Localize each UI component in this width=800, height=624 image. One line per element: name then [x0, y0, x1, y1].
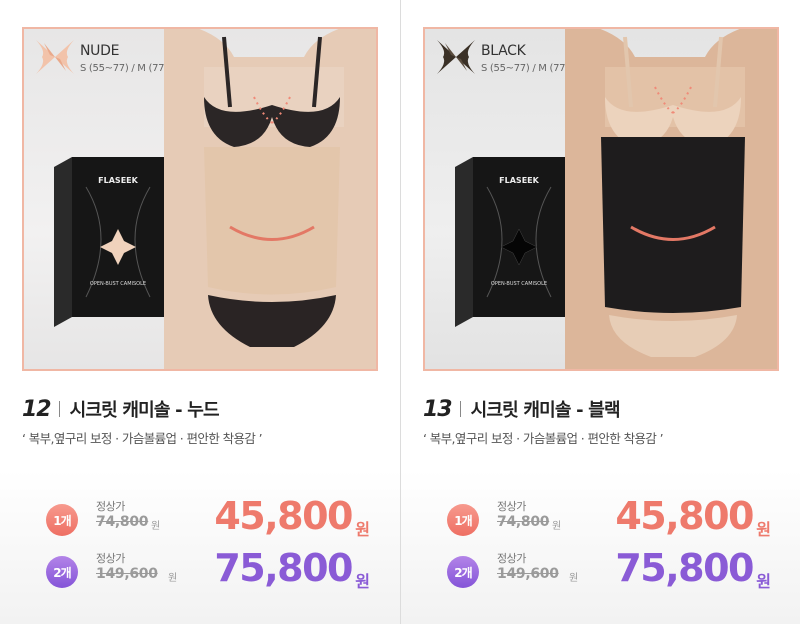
product-card-black[interactable]: BLACK S (55~77) / M (77~88) FLASEEK OPEN…: [400, 0, 800, 624]
color-name: NUDE: [80, 43, 120, 59]
product-photo-black[interactable]: BLACK S (55~77) / M (77~88) FLASEEK OPEN…: [423, 27, 779, 371]
price-row-double: 2개 정상가 149,600 원 75,800 원: [46, 548, 386, 591]
price-row-single: 1개 정상가 74,800 원 45,800 원: [447, 496, 787, 539]
product-description: ‘ 복부,옆구리 보정 · 가슴볼륨업 · 편안한 착용감 ’: [423, 431, 664, 446]
regular-price-unit: 원: [569, 573, 579, 584]
sale-price-unit: 원: [756, 572, 771, 591]
black-color-swatch-icon: [437, 40, 475, 74]
sale-price: 75,800: [615, 546, 754, 590]
sale-price: 45,800: [615, 494, 754, 538]
box-brand: FLASEEK: [98, 176, 138, 185]
sale-price: 45,800: [214, 494, 353, 538]
product-title-row: 13 시크릿 캐미솔 - 블랙: [423, 396, 621, 422]
quantity-badge: 2개: [46, 556, 78, 588]
sale-price-unit: 원: [355, 520, 370, 539]
regular-price-label: 정상가: [497, 552, 526, 565]
nude-color-swatch-icon: [36, 40, 74, 74]
sale-price-unit: 원: [756, 520, 771, 539]
model-nude-image: [164, 29, 376, 369]
product-title[interactable]: 시크릿 캐미솔 - 누드: [70, 396, 220, 422]
product-box-image: FLASEEK OPEN-BUST CAMISOLE: [455, 157, 565, 327]
product-number: 12: [22, 396, 52, 422]
quantity-badge: 2개: [447, 556, 479, 588]
product-description: ‘ 복부,옆구리 보정 · 가슴볼륨업 · 편안한 착용감 ’: [22, 431, 263, 446]
product-box-image: FLASEEK OPEN-BUST CAMISOLE: [54, 157, 164, 327]
quantity-badge: 1개: [46, 504, 78, 536]
product-photo-nude[interactable]: NUDE S (55~77) / M (77~88) FLASEEK OPEN-…: [22, 27, 378, 371]
price-row-double: 2개 정상가 149,600 원 75,800 원: [447, 548, 787, 591]
sale-price-unit: 원: [355, 572, 370, 591]
product-title[interactable]: 시크릿 캐미솔 - 블랙: [471, 396, 621, 422]
regular-price: 149,600: [96, 566, 158, 582]
box-product: OPEN-BUST CAMISOLE: [90, 281, 146, 287]
box-product: OPEN-BUST CAMISOLE: [491, 281, 547, 287]
color-name: BLACK: [481, 43, 526, 59]
sale-price: 75,800: [214, 546, 353, 590]
divider: [58, 401, 60, 417]
regular-price-unit: 원: [168, 573, 178, 584]
product-title-row: 12 시크릿 캐미솔 - 누드: [22, 396, 220, 422]
price-row-single: 1개 정상가 74,800 원 45,800 원: [46, 496, 386, 539]
regular-price-label: 정상가: [96, 500, 125, 513]
product-card-nude[interactable]: NUDE S (55~77) / M (77~88) FLASEEK OPEN-…: [0, 0, 400, 624]
box-brand: FLASEEK: [499, 176, 539, 185]
product-number: 13: [423, 396, 453, 422]
regular-price: 74,800: [497, 514, 550, 530]
regular-price-unit: 원: [151, 521, 161, 532]
model-black-image: [565, 29, 777, 369]
product-comparison: NUDE S (55~77) / M (77~88) FLASEEK OPEN-…: [0, 0, 800, 624]
quantity-badge: 1개: [447, 504, 479, 536]
divider: [459, 401, 461, 417]
regular-price: 74,800: [96, 514, 149, 530]
regular-price-label: 정상가: [96, 552, 125, 565]
regular-price-unit: 원: [552, 521, 562, 532]
regular-price-label: 정상가: [497, 500, 526, 513]
regular-price: 149,600: [497, 566, 559, 582]
